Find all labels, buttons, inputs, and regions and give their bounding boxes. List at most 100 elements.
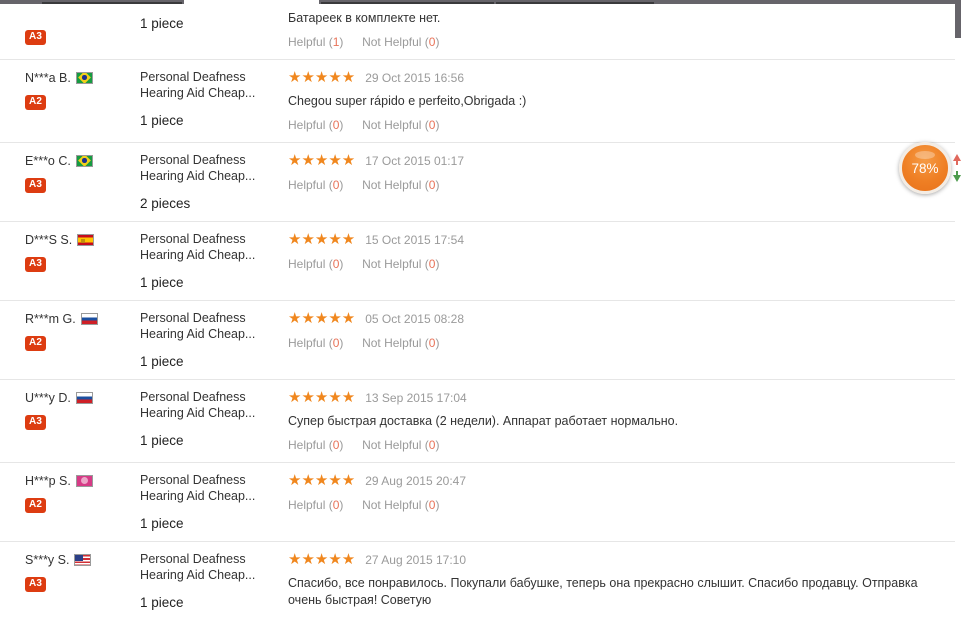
item-name[interactable]: Personal Deafness Hearing Aid Cheap... [140,472,280,504]
item-name[interactable]: Personal Deafness Hearing Aid Cheap... [140,69,280,101]
not-helpful-count: 0 [428,336,436,350]
flag-russia-icon [75,391,93,404]
reviewer-cell: N***a B. A2 [0,69,140,132]
star-rating: ★★★★★ [288,231,356,248]
flag-usa-icon [74,553,92,566]
helpful-button[interactable]: Helpful (0) [288,257,343,271]
helpful-controls: Helpful (0) Not Helpful (0) [288,257,945,271]
star-rating: ★★★★★ [288,389,356,406]
review-cell: ★★★★★ 05 Oct 2015 08:28 Helpful (0) Not … [288,310,955,369]
item-quantity: 1 piece [140,516,184,531]
not-helpful-button[interactable]: Not Helpful (0) [362,257,439,271]
review-date: 13 Sep 2015 17:04 [365,391,467,405]
reviewer-cell: A3 [0,4,140,49]
reviewer-cell: D***S S. A3 [0,231,140,290]
review-text: Батареек в комплекте нет. [288,11,441,25]
reviewer-name: E***o C. [25,153,71,168]
feedback-page: Product Details Feedback (30) Shipping &… [0,0,961,644]
review-cell: Батареек в комплекте нет. Helpful (1) No… [288,4,955,49]
helpful-button[interactable]: Helpful (1) [288,35,343,49]
review-date: 29 Aug 2015 20:47 [365,474,467,488]
helpful-count: 0 [332,178,340,192]
reviewer-name: R***m G. [25,311,76,326]
review-date: 17 Oct 2015 01:17 [365,154,464,168]
item-name[interactable]: Personal Deafness Hearing Aid Cheap... [140,152,280,184]
purchased-item-cell: Personal Deafness Hearing Aid Cheap... 1… [140,551,288,610]
flag-hongkong-icon [75,474,93,487]
reviewer-name: S***y S. [25,552,70,567]
helpful-button[interactable]: Helpful (0) [288,178,343,192]
not-helpful-count: 0 [428,178,436,192]
helpful-button[interactable]: Helpful (0) [288,498,343,512]
review-text: Chegou super rápido e perfeito,Obrigada … [288,94,527,108]
helpful-count: 0 [332,118,340,132]
not-helpful-button[interactable]: Not Helpful (0) [362,178,439,192]
reviewer-cell: S***y S. A3 [0,551,140,610]
rating-line: ★★★★★ 29 Oct 2015 16:56 [288,69,945,87]
rating-line: ★★★★★ 13 Sep 2015 17:04 [288,389,945,407]
reviewer-name: U***y D. [25,390,71,405]
item-quantity: 1 piece [140,595,184,610]
purchased-item-cell: Personal Deafness Hearing Aid Cheap... 1… [140,472,288,531]
not-helpful-count: 0 [428,498,436,512]
not-helpful-button[interactable]: Not Helpful (0) [362,438,439,452]
feedback-row: E***o C. A3 Personal Deafness Hearing Ai… [0,143,955,222]
arrow-down-icon [953,175,961,182]
rating-line: ★★★★★ 17 Oct 2015 01:17 [288,152,945,170]
rating-line: ★★★★★ 29 Aug 2015 20:47 [288,472,945,490]
helpful-controls: Helpful (0) Not Helpful (0) [288,178,945,192]
purchased-item-cell: 1 piece [140,4,288,49]
reviewer-cell: R***m G. A2 [0,310,140,369]
reviewer-level-badge: A2 [25,336,47,351]
helpful-count: 0 [332,498,340,512]
flag-brazil-icon [75,154,93,167]
star-rating: ★★★★★ [288,152,356,169]
helpful-controls: Helpful (0) Not Helpful (0) [288,438,945,452]
feedback-row: D***S S. A3 Personal Deafness Hearing Ai… [0,222,955,301]
review-date: 27 Aug 2015 17:10 [365,553,467,567]
reviewer-name-row: R***m G. [25,310,140,327]
helpful-button[interactable]: Helpful (0) [288,438,343,452]
reviewer-name: N***a B. [25,70,71,85]
feedback-row: H***p S. A2 Personal Deafness Hearing Ai… [0,463,955,542]
scroll-up-control[interactable] [953,154,961,165]
star-rating: ★★★★★ [288,551,356,568]
helpful-button[interactable]: Helpful (0) [288,118,343,132]
item-name[interactable]: Personal Deafness Hearing Aid Cheap... [140,389,280,421]
item-name[interactable]: Personal Deafness Hearing Aid Cheap... [140,310,280,342]
not-helpful-button[interactable]: Not Helpful (0) [362,498,439,512]
scroll-down-control[interactable] [953,171,961,182]
review-date: 05 Oct 2015 08:28 [365,312,464,326]
star-rating: ★★★★★ [288,69,356,86]
helpful-count: 1 [332,35,340,49]
review-cell: ★★★★★ 27 Aug 2015 17:10 Спасибо, все пон… [288,551,955,610]
feedback-row: U***y D. A3 Personal Deafness Hearing Ai… [0,380,955,463]
rating-line: ★★★★★ 05 Oct 2015 08:28 [288,310,945,328]
feedback-list: A3 1 piece Батареек в комплекте нет. Hel… [0,4,961,620]
review-cell: ★★★★★ 29 Oct 2015 16:56 Chegou super ráp… [288,69,955,133]
feedback-row: A3 1 piece Батареек в комплекте нет. Hel… [0,4,955,60]
item-name[interactable]: Personal Deafness Hearing Aid Cheap... [140,231,280,263]
not-helpful-count: 0 [428,118,436,132]
reviewer-name-row: E***o C. [25,152,140,169]
not-helpful-button[interactable]: Not Helpful (0) [362,35,439,49]
review-text: Супер быстрая доставка (2 недели). Аппар… [288,414,679,428]
seller-score-value: 78% [911,160,939,176]
helpful-button[interactable]: Helpful (0) [288,336,343,350]
not-helpful-button[interactable]: Not Helpful (0) [362,118,439,132]
not-helpful-button[interactable]: Not Helpful (0) [362,336,439,350]
flag-spain-icon [77,233,95,246]
star-rating: ★★★★★ [288,472,356,489]
reviewer-name-row: S***y S. [25,551,140,568]
item-quantity: 2 pieces [140,196,191,211]
reviewer-name: D***S S. [25,232,73,247]
item-name[interactable]: Personal Deafness Hearing Aid Cheap... [140,551,280,583]
seller-score-badge[interactable]: 78% [899,142,951,194]
feedback-row: N***a B. A2 Personal Deafness Hearing Ai… [0,60,955,143]
score-scroll-arrows [953,154,961,182]
rating-line: ★★★★★ 15 Oct 2015 17:54 [288,231,945,249]
item-quantity: 1 piece [140,113,184,128]
reviewer-name-row: N***a B. [25,69,140,86]
reviewer-name-row [25,4,140,21]
rating-line: ★★★★★ 27 Aug 2015 17:10 [288,551,945,569]
